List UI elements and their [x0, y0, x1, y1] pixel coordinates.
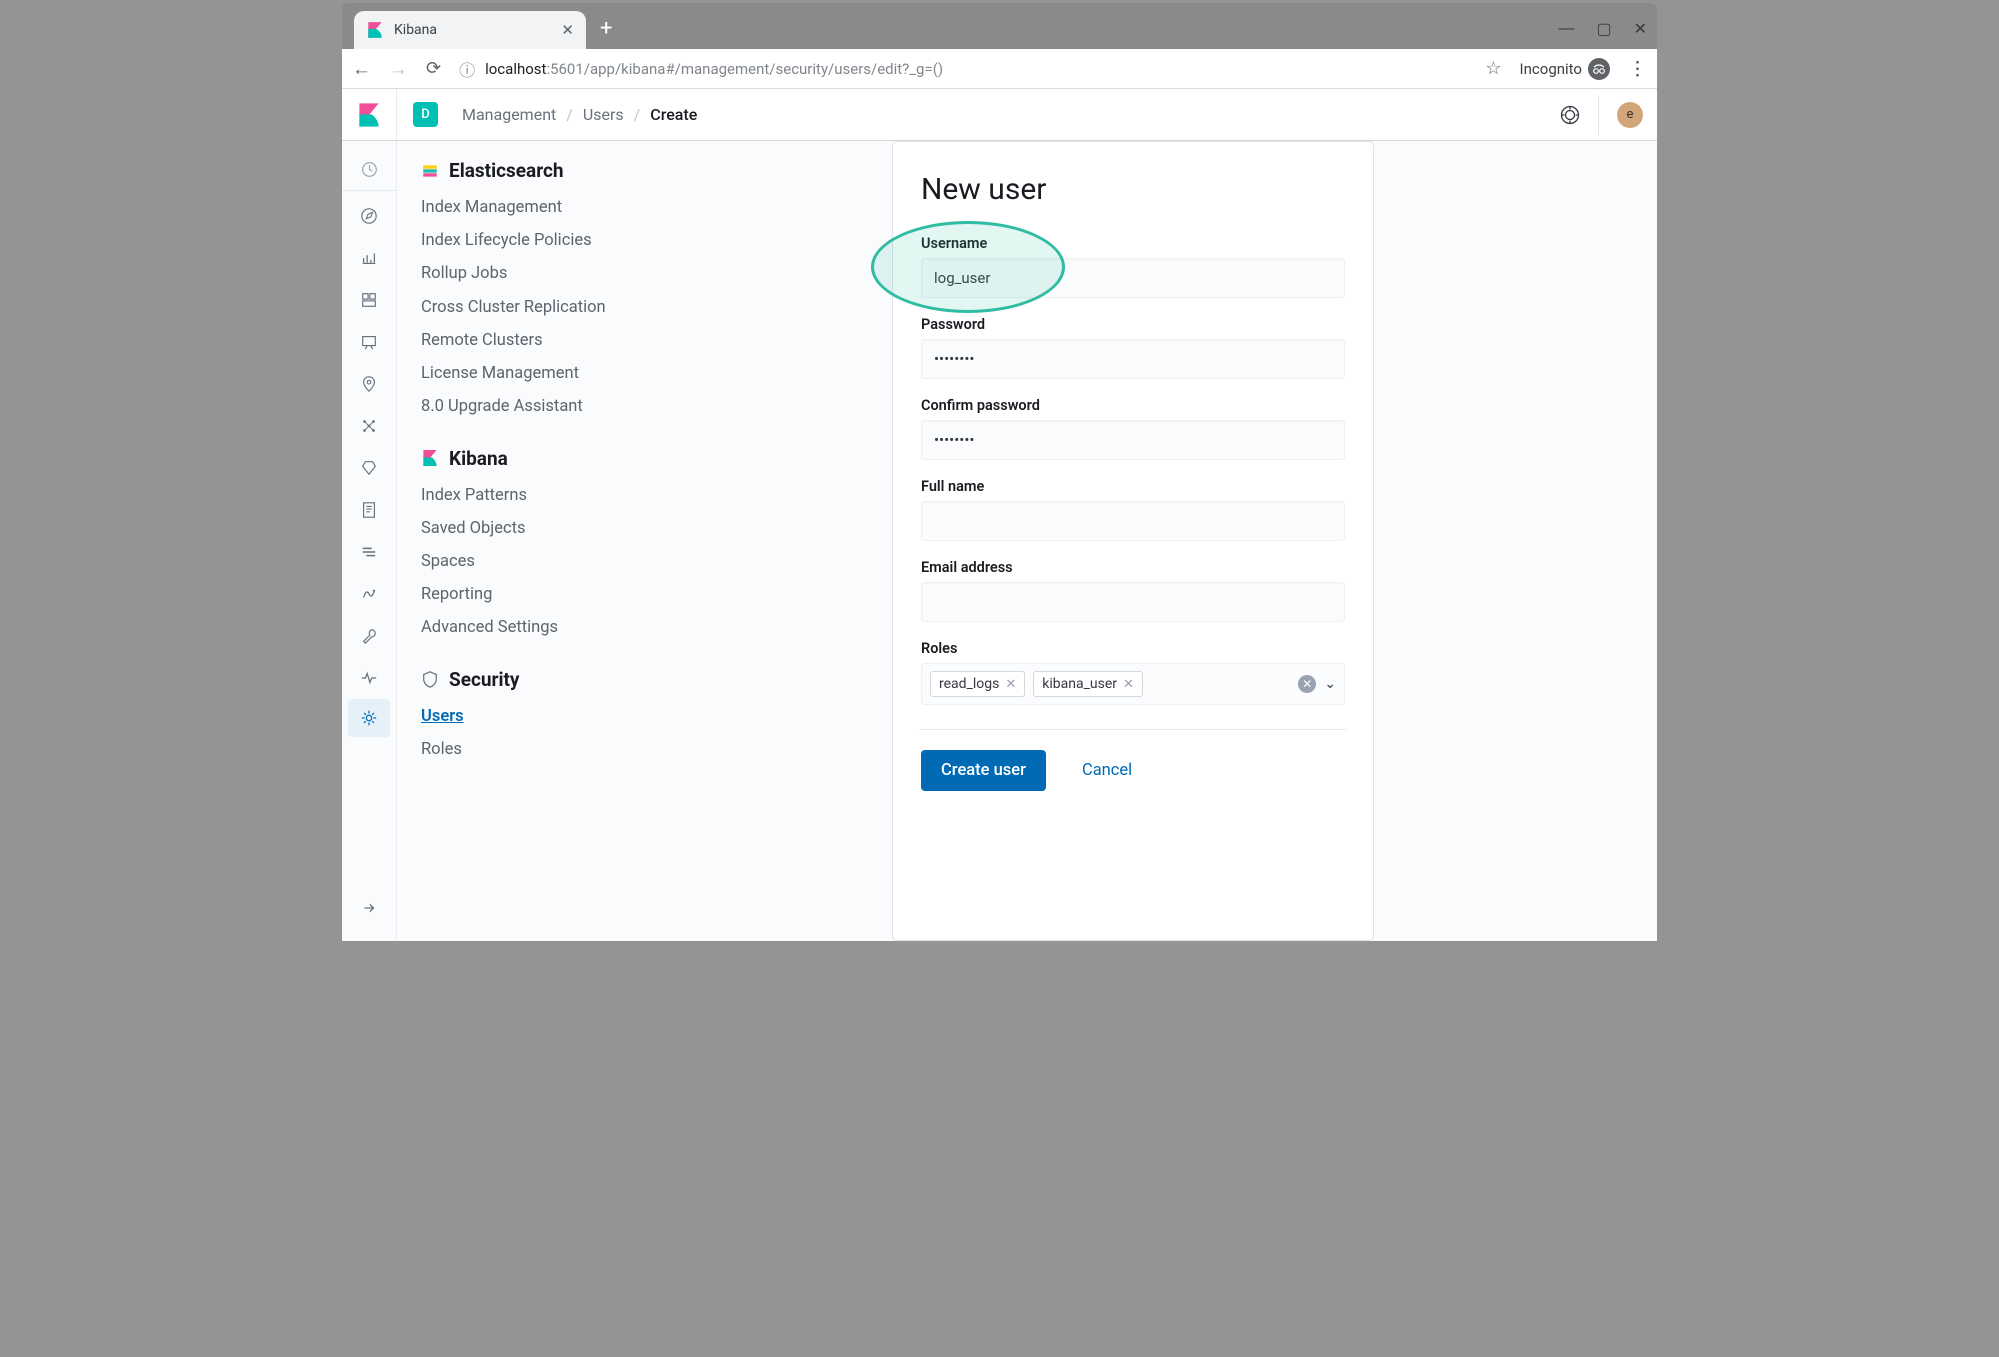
breadcrumb-users[interactable]: Users — [583, 105, 624, 124]
nav-ml-icon[interactable] — [342, 405, 397, 447]
nav-apm-icon[interactable] — [342, 531, 397, 573]
window-close-icon[interactable]: ✕ — [1634, 19, 1647, 39]
chip-remove-icon[interactable]: ✕ — [1005, 677, 1016, 692]
nav-rail — [342, 141, 397, 941]
link-spaces[interactable]: Spaces — [421, 548, 868, 575]
bookmark-star-icon[interactable]: ☆ — [1485, 58, 1501, 79]
space-selector[interactable]: D — [413, 102, 438, 127]
username-input[interactable] — [921, 258, 1345, 298]
fullname-input[interactable] — [921, 501, 1345, 541]
link-ilm[interactable]: Index Lifecycle Policies — [421, 227, 868, 254]
nav-uptime-icon[interactable] — [342, 573, 397, 615]
fullname-label: Full name — [921, 478, 1345, 495]
link-index-management[interactable]: Index Management — [421, 194, 868, 221]
breadcrumb-create: Create — [650, 105, 697, 124]
nav-collapse-icon[interactable] — [342, 887, 397, 929]
role-chip: kibana_user ✕ — [1033, 671, 1143, 697]
form-title: New user — [921, 172, 1345, 207]
browser-menu-icon[interactable]: ⋮ — [1628, 57, 1647, 80]
forward-button[interactable]: → — [389, 57, 408, 81]
link-saved-objects[interactable]: Saved Objects — [421, 515, 868, 542]
kibana-header: D Management / Users / Create e — [342, 89, 1657, 141]
link-upgrade-assistant[interactable]: 8.0 Upgrade Assistant — [421, 393, 868, 420]
section-title-elasticsearch: Elasticsearch — [449, 159, 564, 182]
link-users[interactable]: Users — [421, 703, 868, 730]
chevron-down-icon[interactable]: ⌄ — [1324, 676, 1336, 692]
link-reporting[interactable]: Reporting — [421, 581, 868, 608]
chip-remove-icon[interactable]: ✕ — [1123, 677, 1134, 692]
kibana-logo-icon — [358, 102, 380, 128]
nav-visualize-icon[interactable] — [342, 237, 397, 279]
link-index-patterns[interactable]: Index Patterns — [421, 482, 868, 509]
user-avatar[interactable]: e — [1617, 102, 1643, 128]
kibana-section-icon — [421, 449, 439, 467]
email-input[interactable] — [921, 582, 1345, 622]
nav-logs-icon[interactable] — [342, 489, 397, 531]
confirm-password-label: Confirm password — [921, 397, 1345, 414]
management-sidebar: Elasticsearch Index Management Index Lif… — [397, 141, 892, 941]
password-input[interactable] — [921, 339, 1345, 379]
breadcrumbs: Management / Users / Create — [462, 105, 697, 124]
incognito-icon — [1588, 58, 1610, 80]
nav-dashboard-icon[interactable] — [342, 279, 397, 321]
nav-devtools-icon[interactable] — [342, 615, 397, 657]
tab-close-icon[interactable]: ✕ — [561, 21, 574, 39]
email-label: Email address — [921, 559, 1345, 576]
role-chip: read_logs ✕ — [930, 671, 1025, 697]
nav-recent-icon[interactable] — [342, 149, 397, 191]
back-button[interactable]: ← — [352, 57, 371, 81]
site-info-icon[interactable]: ⓘ — [459, 57, 475, 81]
user-form-panel: New user Username Password Confirm passw… — [892, 141, 1374, 941]
link-roles[interactable]: Roles — [421, 736, 868, 763]
cancel-button[interactable]: Cancel — [1082, 761, 1132, 780]
url-text[interactable]: localhost:5601/app/kibana#/management/se… — [485, 60, 943, 78]
new-tab-button[interactable]: + — [600, 16, 612, 41]
nav-canvas-icon[interactable] — [342, 321, 397, 363]
roles-combobox[interactable]: read_logs ✕ kibana_user ✕ ✕ ⌄ — [921, 663, 1345, 705]
kibana-logo[interactable] — [342, 89, 397, 140]
incognito-indicator: Incognito — [1520, 58, 1610, 80]
nav-infra-icon[interactable] — [342, 447, 397, 489]
reload-button[interactable]: ⟳ — [426, 58, 441, 79]
nav-monitoring-icon[interactable] — [342, 657, 397, 699]
link-license[interactable]: License Management — [421, 360, 868, 387]
section-title-kibana: Kibana — [449, 447, 508, 470]
link-ccr[interactable]: Cross Cluster Replication — [421, 294, 868, 321]
link-rollup[interactable]: Rollup Jobs — [421, 260, 868, 287]
confirm-password-input[interactable] — [921, 420, 1345, 460]
username-label: Username — [921, 235, 1345, 252]
news-feed-icon[interactable] — [1560, 105, 1580, 125]
password-label: Password — [921, 316, 1345, 333]
tab-title: Kibana — [394, 22, 551, 38]
nav-management-icon[interactable] — [348, 699, 390, 737]
nav-maps-icon[interactable] — [342, 363, 397, 405]
window-maximize-icon[interactable]: ▢ — [1596, 19, 1611, 39]
browser-tab-bar: Kibana ✕ + — ▢ ✕ — [342, 3, 1657, 49]
section-title-security: Security — [449, 668, 519, 691]
browser-address-bar: ← → ⟳ ⓘ localhost:5601/app/kibana#/manag… — [342, 49, 1657, 89]
roles-label: Roles — [921, 640, 1345, 657]
link-remote-clusters[interactable]: Remote Clusters — [421, 327, 868, 354]
elasticsearch-icon — [421, 162, 439, 180]
browser-tab[interactable]: Kibana ✕ — [354, 11, 586, 49]
nav-discover-icon[interactable] — [342, 195, 397, 237]
link-advanced-settings[interactable]: Advanced Settings — [421, 614, 868, 641]
clear-roles-icon[interactable]: ✕ — [1298, 675, 1316, 693]
breadcrumb-management[interactable]: Management — [462, 105, 556, 124]
kibana-favicon-icon — [366, 21, 384, 39]
create-user-button[interactable]: Create user — [921, 750, 1046, 791]
shield-icon — [421, 670, 439, 688]
window-minimize-icon[interactable]: — — [1558, 20, 1574, 38]
